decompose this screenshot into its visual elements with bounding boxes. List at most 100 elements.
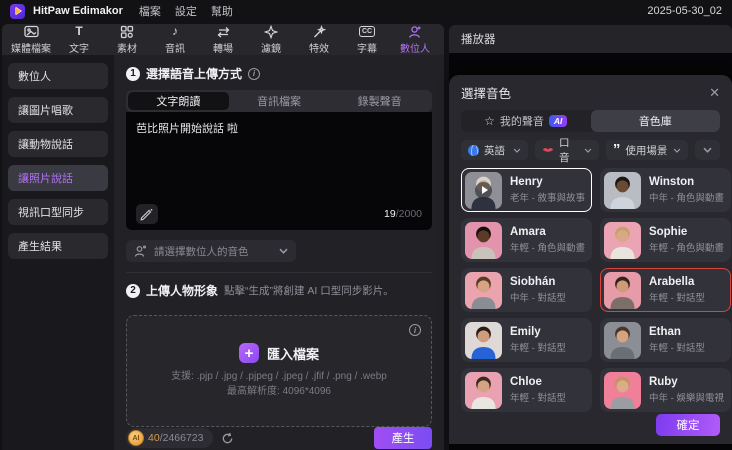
menubar: 檔案 設定 幫助 (139, 3, 233, 19)
media-icon (23, 24, 39, 39)
voice-card-ethan[interactable]: Ethan 年輕 - 對話型 (599, 318, 731, 363)
sidebar-item-animal-talk[interactable]: 讓動物說話 (8, 131, 108, 157)
main-panel: 1 選擇語音上傳方式 i 文字朗讀 音訊檔案 錄製聲音 芭比照片開始說話 啦 1… (114, 55, 444, 450)
ai-rewrite-button[interactable] (136, 204, 158, 224)
supported-formats: 支援: .pjp / .jpg / .pjpeg / .jpeg / .jfif… (171, 371, 387, 397)
sidebar-item-results[interactable]: 產生結果 (8, 233, 108, 259)
avatar (603, 171, 641, 209)
feature-sidebar: 數位人 讓圖片唱歌 讓動物說話 讓照片說話 視訊口型同步 產生結果 (2, 55, 114, 450)
step2-title: 上傳人物形象 (146, 284, 219, 298)
digital-voice-dropdown[interactable]: 請選擇數位人的音色 (126, 240, 296, 262)
app-window: HitPaw Edimakor 檔案 設定 幫助 2025-05-30_02 媒… (0, 0, 732, 450)
tool-subtitle[interactable]: CC 字幕 (344, 24, 390, 55)
credits-pill: AI 40/2466723 (126, 428, 214, 448)
voice-card-winston[interactable]: Winston 中年 - 角色與動畫 (599, 168, 731, 213)
avatar (465, 321, 502, 359)
sidebar-item-photo-sing[interactable]: 讓圖片唱歌 (8, 97, 108, 123)
toolbar: 媒體檔案 T 文字 素材 ♪ 音訊 轉場 濾鏡 特效 CC 字幕 數位人 (2, 24, 444, 55)
globe-icon (468, 144, 479, 156)
chevron-down-icon (279, 248, 288, 254)
generate-button[interactable]: 產生 (374, 427, 432, 449)
project-date-label: 2025-05-30_02 (647, 5, 722, 17)
voice-selection-panel: 選擇音色 ✕ ☆ 我的聲音 AI 音色庫 英語 口音 ” 使用場景 Henry … (449, 75, 732, 444)
text-icon: T (75, 24, 83, 38)
voice-card-amara[interactable]: Amara 年輕 - 角色與動畫 (461, 218, 592, 263)
confirm-button[interactable]: 確定 (656, 414, 720, 437)
voice-filters: 英語 口音 ” 使用場景 (461, 137, 720, 164)
voice-card-siobhan[interactable]: Siobhán 中年 - 對話型 (461, 268, 592, 313)
import-info-icon[interactable]: i (409, 324, 421, 336)
close-icon[interactable]: ✕ (709, 86, 720, 99)
avatar (465, 221, 502, 259)
tab-audio-file[interactable]: 音訊檔案 (229, 92, 330, 110)
plus-icon: + (238, 343, 259, 363)
tool-filter[interactable]: 濾鏡 (248, 24, 294, 55)
step1-title: 選擇語音上傳方式 (146, 67, 243, 81)
sidebar-item-digital-human[interactable]: 數位人 (8, 63, 108, 89)
voice-library-tabs: ☆ 我的聲音 AI 音色庫 (461, 110, 720, 133)
voice-card-arabella[interactable]: Arabella 年輕 - 對話型 (599, 268, 731, 313)
avatar (465, 271, 502, 309)
titlebar: HitPaw Edimakor 檔案 設定 幫助 2025-05-30_02 (0, 0, 732, 22)
tool-digital-human[interactable]: 數位人 (392, 24, 438, 55)
accent-filter-dropdown[interactable]: 口音 (534, 137, 599, 164)
tool-transition[interactable]: 轉場 (200, 24, 246, 55)
tab-record-voice[interactable]: 錄製聲音 (329, 92, 430, 110)
voice-grid: Henry 老年 - 敘事與故事 Winston 中年 - 角色與動畫 Amara 年… (461, 168, 731, 413)
step1-header: 1 選擇語音上傳方式 i (126, 65, 432, 82)
sidebar-item-photo-talk[interactable]: 讓照片說話 (8, 165, 108, 191)
voice-card-emily[interactable]: Emily 年輕 - 對話型 (461, 318, 592, 363)
tool-audio[interactable]: ♪ 音訊 (152, 24, 198, 55)
avatar (465, 371, 502, 409)
scenario-filter-dropdown[interactable]: ” 使用場景 (605, 140, 688, 161)
avatar (465, 171, 502, 209)
tab-text-to-speech[interactable]: 文字朗讀 (128, 92, 229, 110)
digital-human-icon (408, 24, 422, 39)
chevron-down-icon (703, 147, 712, 154)
step2-header: 2 上傳人物形象 點擊“生成”將創建 AI 口型同步影片。 (126, 282, 432, 299)
voice-panel-footer: 確定 (461, 412, 720, 438)
menu-help[interactable]: 幫助 (211, 3, 233, 19)
refresh-credits-button[interactable] (221, 432, 234, 445)
transition-icon (216, 24, 231, 39)
section-divider (126, 272, 432, 273)
tool-text[interactable]: T 文字 (56, 24, 102, 55)
voice-dropdown-placeholder: 請選擇數位人的音色 (154, 245, 249, 258)
import-dropzone[interactable]: i + 匯入檔案 支援: .pjp / .jpg / .pjpeg / .jpe… (126, 315, 432, 427)
chevron-down-icon (513, 148, 521, 153)
tab-my-voice[interactable]: ☆ 我的聲音 AI (461, 110, 591, 132)
tool-media[interactable]: 媒體檔案 (8, 24, 54, 55)
player-title: 播放器 (461, 34, 496, 46)
play-icon[interactable] (465, 172, 502, 209)
voice-card-sophie[interactable]: Sophie 年輕 - 角色與動畫 (599, 218, 731, 263)
tab-voice-library[interactable]: 音色庫 (590, 110, 720, 133)
sidebar-item-lip-sync[interactable]: 視訊口型同步 (8, 199, 108, 225)
magic-pen-icon (140, 208, 154, 221)
voice-card-chloe[interactable]: Chloe 年輕 - 對話型 (461, 368, 592, 413)
voice-card-ruby[interactable]: Ruby 中年 - 娛樂與電視 (599, 368, 731, 413)
app-title: HitPaw Edimakor (33, 5, 123, 17)
star-icon: ☆ (484, 114, 495, 129)
chevron-down-icon (584, 148, 592, 153)
audio-icon: ♪ (172, 24, 178, 38)
step2-hint: 點擊“生成”將創建 AI 口型同步影片。 (224, 285, 394, 297)
step1-info-icon[interactable]: i (248, 67, 261, 80)
step1-number: 1 (126, 66, 140, 81)
tool-elements[interactable]: 素材 (104, 24, 150, 55)
main-bottom-bar: AI 40/2466723 產生 (126, 427, 432, 449)
ai-badge: AI (548, 115, 568, 128)
tool-effects[interactable]: 特效 (296, 24, 342, 55)
voice-card-henry[interactable]: Henry 老年 - 敘事與故事 (461, 168, 592, 213)
chevron-down-icon (673, 148, 681, 153)
language-filter-dropdown[interactable]: 英語 (461, 140, 528, 161)
avatar (603, 271, 641, 309)
step2-number: 2 (126, 283, 140, 298)
more-filters-dropdown[interactable] (695, 140, 720, 161)
elements-icon (120, 24, 134, 39)
menu-settings[interactable]: 設定 (175, 3, 197, 19)
lips-icon (542, 148, 554, 152)
speech-text-input[interactable]: 芭比照片開始說話 啦 (136, 120, 422, 204)
credits-counter: 40/2466723 (148, 432, 204, 444)
subtitle-icon: CC (358, 24, 376, 39)
menu-file[interactable]: 檔案 (139, 3, 161, 19)
